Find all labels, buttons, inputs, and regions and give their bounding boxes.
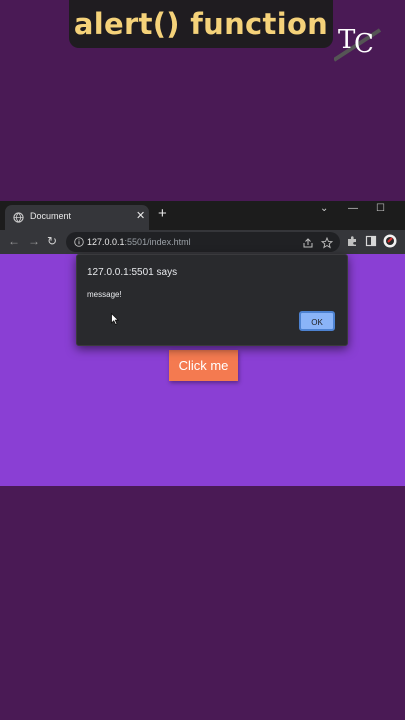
- minimize-icon[interactable]: —: [348, 203, 358, 214]
- tab-close-icon[interactable]: ✕: [136, 209, 145, 222]
- tab-bar: Document ✕ + ⌄ — ☐: [0, 201, 405, 230]
- new-tab-button[interactable]: +: [158, 206, 167, 221]
- alert-title: 127.0.0.1:5501 says: [87, 267, 178, 278]
- url-host: 127.0.0.1: [87, 237, 125, 247]
- side-panel-icon[interactable]: [365, 235, 377, 247]
- url-text: 127.0.0.1:5501/index.html: [87, 237, 191, 247]
- alert-dialog: 127.0.0.1:5501 says message! OK: [76, 254, 348, 346]
- video-title: alert() function: [73, 7, 329, 41]
- share-icon[interactable]: [302, 237, 314, 249]
- site-info-icon[interactable]: [74, 237, 84, 247]
- alert-message: message!: [87, 290, 122, 299]
- click-me-button[interactable]: Click me: [169, 350, 238, 381]
- channel-logo-icon: T C: [334, 25, 382, 62]
- tab-document[interactable]: Document ✕: [5, 205, 149, 230]
- maximize-icon[interactable]: ☐: [376, 203, 385, 214]
- bookmark-star-icon[interactable]: [321, 237, 333, 249]
- mouse-cursor-icon: [111, 313, 119, 325]
- forward-arrow-icon[interactable]: →: [28, 235, 40, 247]
- svg-text:C: C: [354, 29, 374, 59]
- back-arrow-icon[interactable]: ←: [8, 235, 20, 247]
- tab-title: Document: [30, 211, 72, 221]
- profile-avatar[interactable]: [383, 234, 397, 248]
- browser-toolbar: ← → ↻ 127.0.0.1:5501/index.html: [0, 230, 405, 254]
- extensions-icon[interactable]: [346, 235, 358, 247]
- ok-button[interactable]: OK: [299, 311, 335, 331]
- video-title-banner: alert() function: [69, 0, 333, 48]
- tab-search-chevron-icon[interactable]: ⌄: [320, 203, 328, 214]
- reload-icon[interactable]: ↻: [47, 235, 57, 247]
- address-bar[interactable]: 127.0.0.1:5501/index.html: [66, 232, 340, 252]
- url-path: :5501/index.html: [124, 237, 191, 247]
- globe-icon: [13, 212, 24, 223]
